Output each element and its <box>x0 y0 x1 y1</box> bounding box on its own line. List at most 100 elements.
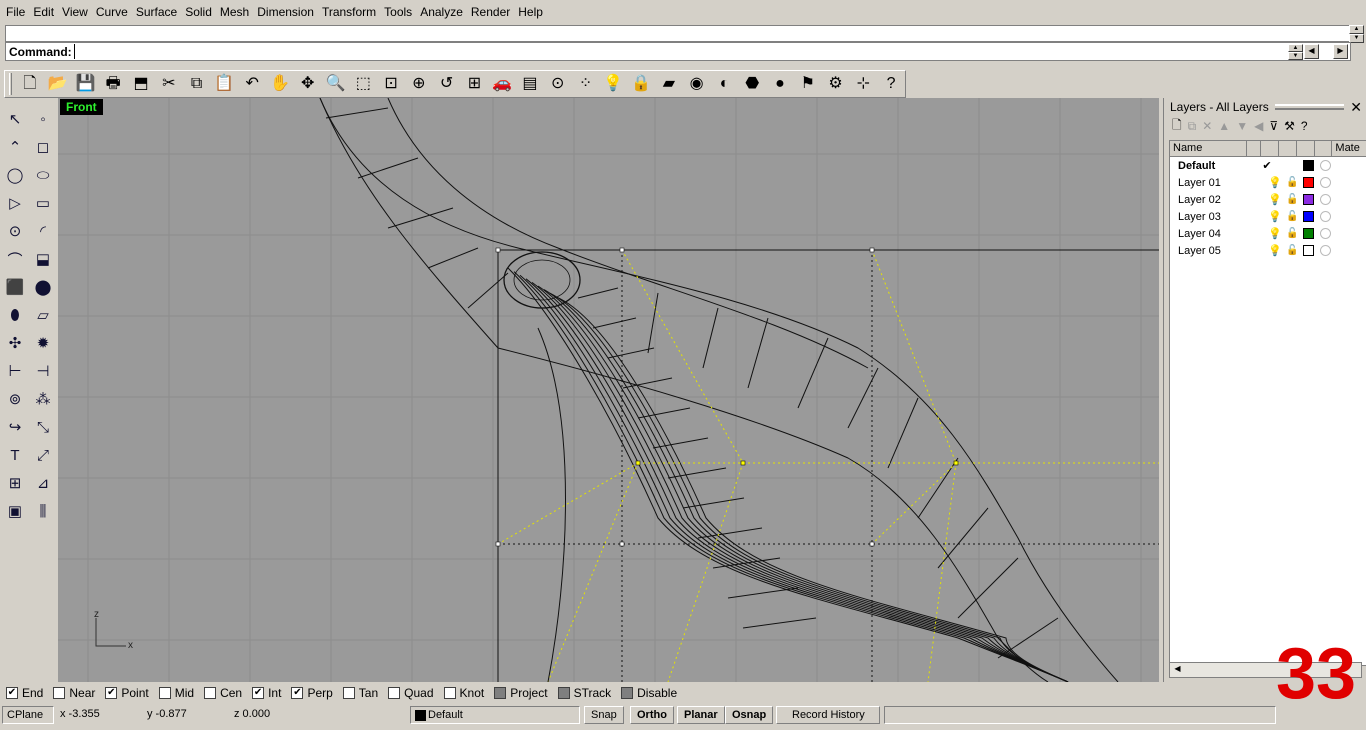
color-wheel-icon[interactable]: ◉ <box>683 71 711 97</box>
polygon-icon[interactable]: ▷ <box>2 190 28 216</box>
save-icon[interactable]: 💾 <box>72 71 100 97</box>
delete-layer-icon[interactable]: ✕ <box>1202 119 1212 133</box>
layers-scroll-left[interactable]: ◀ <box>1170 663 1185 678</box>
analyze-icon[interactable]: ⊿ <box>30 470 56 496</box>
layer-row[interactable]: Layer 01 💡 🔓 <box>1170 174 1366 191</box>
osnap-icon[interactable]: ⊙ <box>544 71 572 97</box>
layer-unlock-icon[interactable]: 🔓 <box>1286 211 1298 222</box>
layer-color-swatch[interactable] <box>1303 211 1314 222</box>
layer-name[interactable]: Layer 03 <box>1170 211 1262 223</box>
layer-icon[interactable]: ▰ <box>655 71 683 97</box>
layer-name[interactable]: Layer 04 <box>1170 228 1262 240</box>
layer-material-icon[interactable] <box>1320 160 1331 171</box>
column-lock[interactable] <box>1279 141 1297 156</box>
layer-row[interactable]: Layer 02 💡 🔓 <box>1170 191 1366 208</box>
box-icon[interactable]: ⬛ <box>2 274 28 300</box>
layer-name[interactable]: Layer 01 <box>1170 177 1262 189</box>
osnap-tan-checkbox[interactable] <box>342 687 355 699</box>
osnap-near-checkbox[interactable] <box>53 687 66 699</box>
layer-on-bulb-icon[interactable]: 💡 <box>1268 193 1282 206</box>
flag-icon[interactable]: ⚑ <box>794 71 822 97</box>
undo-view-icon[interactable]: ↺ <box>433 71 461 97</box>
render-icon[interactable]: ● <box>766 71 794 97</box>
osnap-tan[interactable]: Tan <box>342 686 378 700</box>
menu-surface[interactable]: Surface <box>132 2 181 22</box>
column-material[interactable]: Mate <box>1332 141 1366 156</box>
fillet-curve-icon[interactable]: ◜ <box>30 218 56 244</box>
command-spin-down[interactable]: ▼ <box>1288 52 1303 60</box>
menu-view[interactable]: View <box>58 2 92 22</box>
zoom-selected-icon[interactable]: ⊕ <box>405 71 433 97</box>
surface-cv-icon[interactable]: ⌒ <box>2 246 28 272</box>
layer-color-swatch[interactable] <box>1303 160 1314 171</box>
curve-cv-icon[interactable]: ◻ <box>30 134 56 160</box>
cylinder-icon[interactable]: ⬮ <box>2 302 28 328</box>
select-arrow-icon[interactable]: ↖ <box>2 106 28 132</box>
menu-edit[interactable]: Edit <box>29 2 58 22</box>
zoom-icon[interactable]: 🔍 <box>322 71 350 97</box>
circle-icon[interactable]: ◯ <box>2 162 28 188</box>
layer-unlock-icon[interactable]: 🔓 <box>1286 194 1298 205</box>
tools-icon[interactable]: ⚒ <box>1284 119 1295 133</box>
menu-mesh[interactable]: Mesh <box>216 2 253 22</box>
pan-hand-icon[interactable]: ✋ <box>266 71 294 97</box>
osnap-disable-checkbox[interactable] <box>621 687 634 699</box>
layer-row[interactable]: Layer 05 💡 🔓 <box>1170 242 1366 259</box>
cplane-label[interactable]: CPlane <box>2 706 54 724</box>
planar-toggle[interactable]: Planar <box>677 706 725 724</box>
filter-icon[interactable]: ⊽ <box>1269 119 1278 133</box>
extrude-icon[interactable]: ⬓ <box>30 246 56 272</box>
menu-help[interactable]: Help <box>514 2 547 22</box>
osnap-project-checkbox[interactable] <box>494 687 507 699</box>
osnap-project[interactable]: Project <box>494 686 548 700</box>
osnap-int-checkbox[interactable]: ✔ <box>252 687 265 699</box>
layer-unlock-icon[interactable]: 🔓 <box>1286 177 1298 188</box>
osnap-disable[interactable]: Disable <box>621 686 677 700</box>
plane-surface-icon[interactable]: ▱ <box>30 302 56 328</box>
command-input[interactable] <box>73 44 1350 59</box>
text-icon[interactable]: T <box>2 442 28 468</box>
rendered-sphere-icon[interactable]: ⬣ <box>738 71 766 97</box>
import-icon[interactable]: ⬒ <box>127 71 155 97</box>
osnap-end[interactable]: ✔ End <box>6 686 43 700</box>
menu-file[interactable]: File <box>2 2 29 22</box>
osnap-toggle[interactable]: Osnap <box>725 706 774 724</box>
current-layer[interactable]: Default <box>410 706 580 724</box>
viewport-title[interactable]: Front <box>60 99 103 115</box>
layer-on-bulb-icon[interactable]: 💡 <box>1268 227 1282 240</box>
osnap-near[interactable]: Near <box>53 686 95 700</box>
osnap-end-checkbox[interactable]: ✔ <box>6 687 18 699</box>
points-icon[interactable]: ⁘ <box>572 71 600 97</box>
array-icon[interactable]: ⁂ <box>30 386 56 412</box>
menu-transform[interactable]: Transform <box>318 2 380 22</box>
layer-material-icon[interactable] <box>1320 245 1331 256</box>
osnap-perp-checkbox[interactable]: ✔ <box>291 687 304 699</box>
point-icon[interactable]: ◦ <box>30 106 56 132</box>
layer-color-swatch[interactable] <box>1303 228 1314 239</box>
arc-center-icon[interactable]: ⊙ <box>2 218 28 244</box>
paste-icon[interactable]: 📋 <box>210 71 238 97</box>
trim-icon[interactable]: ⊢ <box>2 358 28 384</box>
osnap-point[interactable]: ✔ Point <box>105 686 149 700</box>
layer-on-bulb-icon[interactable]: 💡 <box>1268 244 1282 257</box>
layer-row[interactable]: Default ✔ <box>1170 157 1366 174</box>
zoom-window-icon[interactable]: ⬚ <box>349 71 377 97</box>
viewport-front[interactable]: zx Front <box>58 98 1159 682</box>
help-icon[interactable]: ? <box>1301 119 1308 133</box>
osnap-point-checkbox[interactable]: ✔ <box>105 687 118 699</box>
new-file-icon[interactable]: 🗋 <box>16 71 44 97</box>
column-linetype[interactable] <box>1315 141 1333 156</box>
osnap-mid[interactable]: Mid <box>158 686 194 700</box>
menu-tools[interactable]: Tools <box>380 2 416 22</box>
osnap-strack[interactable]: STrack <box>557 686 611 700</box>
layer-name[interactable]: Layer 02 <box>1170 194 1262 206</box>
lightbulb-icon[interactable]: 💡 <box>599 71 627 97</box>
osnap-quad-checkbox[interactable] <box>388 687 401 699</box>
ellipse-icon[interactable]: ⬭ <box>30 162 56 188</box>
scale-icon[interactable]: ⤡ <box>30 414 56 440</box>
split-icon[interactable]: ⊣ <box>30 358 56 384</box>
zoom-extents-icon[interactable]: ⊡ <box>377 71 405 97</box>
osnap-cen[interactable]: Cen <box>204 686 242 700</box>
print-icon[interactable]: 🖶 <box>99 71 127 97</box>
layer-unlock-icon[interactable]: 🔓 <box>1286 245 1298 256</box>
